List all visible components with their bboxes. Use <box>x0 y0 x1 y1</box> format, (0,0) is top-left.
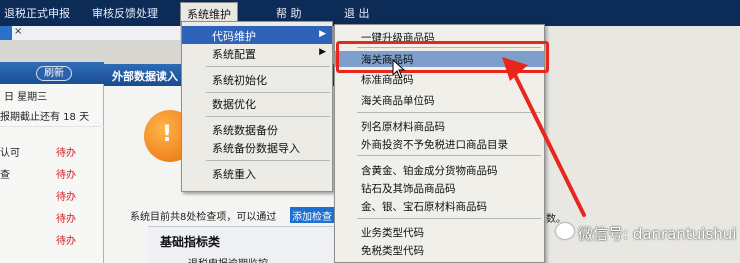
todo-status[interactable]: 待办 <box>56 210 76 225</box>
close-tab-icon[interactable]: × <box>14 26 22 37</box>
menu-item-label: 系统备份数据导入 <box>212 142 300 155</box>
system-maintenance-menu: 代码维护 ▶ 系统配置 ▶ 系统初始化 数据优化 系统数据备份 系统备份数据导入… <box>181 21 333 192</box>
menu-item-data-optimize[interactable]: 数据优化 <box>182 94 332 112</box>
date-line: 日 星期三 <box>4 92 48 103</box>
menu-exit[interactable]: 退 出 <box>344 5 370 21</box>
menu-item-tax-free-type-code[interactable]: 免税类型代码 <box>335 242 544 258</box>
menu-review-feedback[interactable]: 审核反馈处理 <box>92 5 158 21</box>
deadline-line: 报期截止还有 18 天 <box>0 112 90 123</box>
basic-indicators-section: 基础指标类 退税申报逾期监控 <box>148 226 338 263</box>
active-tab[interactable] <box>0 26 12 40</box>
menu-help[interactable]: 帮 助 <box>276 5 302 21</box>
tab-strip: × <box>0 26 180 40</box>
menu-item-backup-import[interactable]: 系统备份数据导入 <box>182 138 332 156</box>
menu-item-label: 系统配置 <box>212 48 256 61</box>
menu-item-label: 系统初始化 <box>212 74 267 87</box>
annotation-arrow-icon <box>502 57 586 217</box>
menu-item-system-reenter[interactable]: 系统重入 <box>182 164 332 182</box>
wechat-watermark: 微信号: danrantuishui <box>578 225 737 243</box>
menu-item-label: 数据优化 <box>212 98 256 111</box>
alert-glyph: ! <box>162 122 173 147</box>
menu-item-system-init[interactable]: 系统初始化 <box>182 70 332 88</box>
menu-item-system-config[interactable]: 系统配置 ▶ <box>182 44 332 62</box>
wechat-icon <box>556 223 574 239</box>
menu-item-label: 代码维护 <box>212 30 256 43</box>
todo-row-label: 查 <box>0 170 10 181</box>
todo-status[interactable]: 待办 <box>56 188 76 203</box>
menu-separator <box>206 66 330 67</box>
submenu-arrow-icon: ▶ <box>319 47 326 57</box>
menu-item-label: 系统数据备份 <box>212 124 278 137</box>
divider <box>0 126 104 127</box>
menu-item-code-maintenance[interactable]: 代码维护 ▶ <box>182 26 332 44</box>
left-panel: 刷新 日 星期三 报期截止还有 18 天 认可 待办 查 待办 待办 待办 待办 <box>0 62 104 263</box>
refresh-button[interactable]: 刷新 <box>36 66 72 81</box>
menu-separator <box>206 160 330 161</box>
mouse-cursor-icon <box>392 59 406 79</box>
basic-indicators-title: 基础指标类 <box>160 235 221 249</box>
left-panel-header: 刷新 <box>0 62 104 84</box>
menu-item-label: 系统重入 <box>212 168 256 181</box>
check-items-note: 系统目前共8处检查项，可以通过 <box>130 212 277 223</box>
menu-item-business-type-code[interactable]: 业务类型代码 <box>335 224 544 240</box>
menu-item-data-backup[interactable]: 系统数据备份 <box>182 120 332 138</box>
menu-separator <box>206 92 330 93</box>
submenu-arrow-icon: ▶ <box>319 29 326 39</box>
todo-status[interactable]: 待办 <box>56 166 76 181</box>
todo-status[interactable]: 待办 <box>56 144 76 159</box>
todo-status[interactable]: 待办 <box>56 232 76 247</box>
overdue-monitor-item[interactable]: 退税申报逾期监控 <box>188 255 268 263</box>
menubar: 退税正式申报 审核反馈处理 系统维护 帮 助 退 出 <box>0 0 740 26</box>
todo-row-label: 认可 <box>0 148 20 159</box>
menu-refund-declare[interactable]: 退税正式申报 <box>4 5 70 21</box>
menu-separator <box>206 116 330 117</box>
add-check-button[interactable]: 添加检查 <box>290 207 338 223</box>
